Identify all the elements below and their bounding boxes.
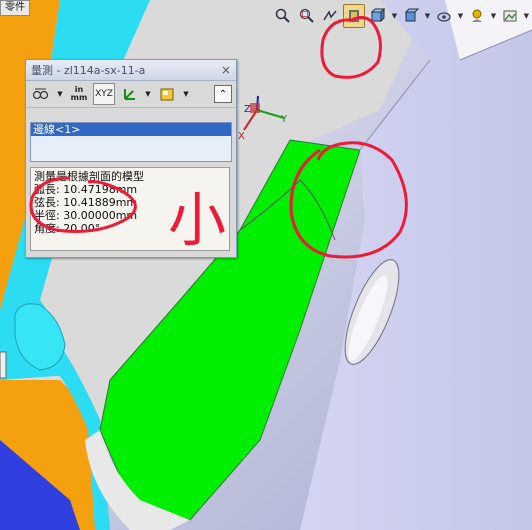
units-bottom-label: mm [70,93,88,102]
section-view-icon[interactable] [343,4,366,28]
appearance-icon[interactable] [466,4,488,28]
units-precision-button[interactable]: in mm [68,83,90,105]
collapse-icon[interactable]: ⌃ [214,85,232,103]
triad-y-label: Y [280,114,288,125]
scene-icon[interactable] [499,4,521,28]
document-tab-label: 零件 [5,2,25,13]
hide-show-dropdown-icon[interactable]: ▼ [457,12,464,20]
document-tab[interactable]: 零件 [0,0,30,16]
measure-dialog-titlebar[interactable]: 量測 - zl114a-sx-11-a × [26,60,236,81]
result-angle: 角度: 20.00° [34,222,101,235]
scene-dropdown-icon[interactable]: ▼ [523,12,530,20]
point-to-point-icon[interactable] [118,83,140,105]
arc-options-dropdown-icon[interactable]: ▼ [55,83,65,105]
view-orientation-dropdown-icon[interactable]: ▼ [391,12,398,20]
display-style-icon[interactable] [400,4,422,28]
selection-list[interactable]: 邊線<1> [30,122,232,162]
display-style-dropdown-icon[interactable]: ▼ [424,12,431,20]
result-arc-length: 弧長: 10.47198mm [34,183,138,196]
selection-item[interactable]: 邊線<1> [31,123,231,136]
arc-circle-options-icon[interactable] [30,83,52,105]
result-radius: 半徑: 30.00000mm [34,209,138,222]
triad-z-label: Z [244,104,251,115]
triad-x-label: X [238,131,245,142]
zoom-to-fit-icon[interactable] [272,4,294,28]
measure-results: 測量是根據剖面的模型 弧長: 10.47198mm 弦長: 10.41889mm… [30,167,230,251]
view-orientation-icon[interactable] [367,4,389,28]
heads-up-view-toolbar: ▼ ▼ ▼ ▼ ▼ [272,4,530,28]
sensor-dropdown-icon[interactable]: ▼ [181,83,191,105]
create-sensor-icon[interactable] [156,83,178,105]
coordinate-dropdown-icon[interactable]: ▼ [143,83,153,105]
result-note: 測量是根據剖面的模型 [34,170,144,183]
xyz-label: XYZ [95,89,113,99]
measure-toolbar: ▼ in mm XYZ ▼ ▼ ⌃ [26,81,236,108]
close-icon[interactable]: × [220,63,232,77]
result-chord-length: 弦長: 10.41889mm [34,196,138,209]
show-xyz-button[interactable]: XYZ [93,83,115,105]
hide-show-icon[interactable] [433,4,455,28]
appearance-dropdown-icon[interactable]: ▼ [490,12,497,20]
zoom-area-icon[interactable] [296,4,318,28]
previous-view-icon[interactable] [320,4,342,28]
measure-dialog: 量測 - zl114a-sx-11-a × ▼ in mm XYZ ▼ ▼ ⌃ 邊… [25,59,237,258]
measure-dialog-title: 量測 - zl114a-sx-11-a [31,64,146,77]
